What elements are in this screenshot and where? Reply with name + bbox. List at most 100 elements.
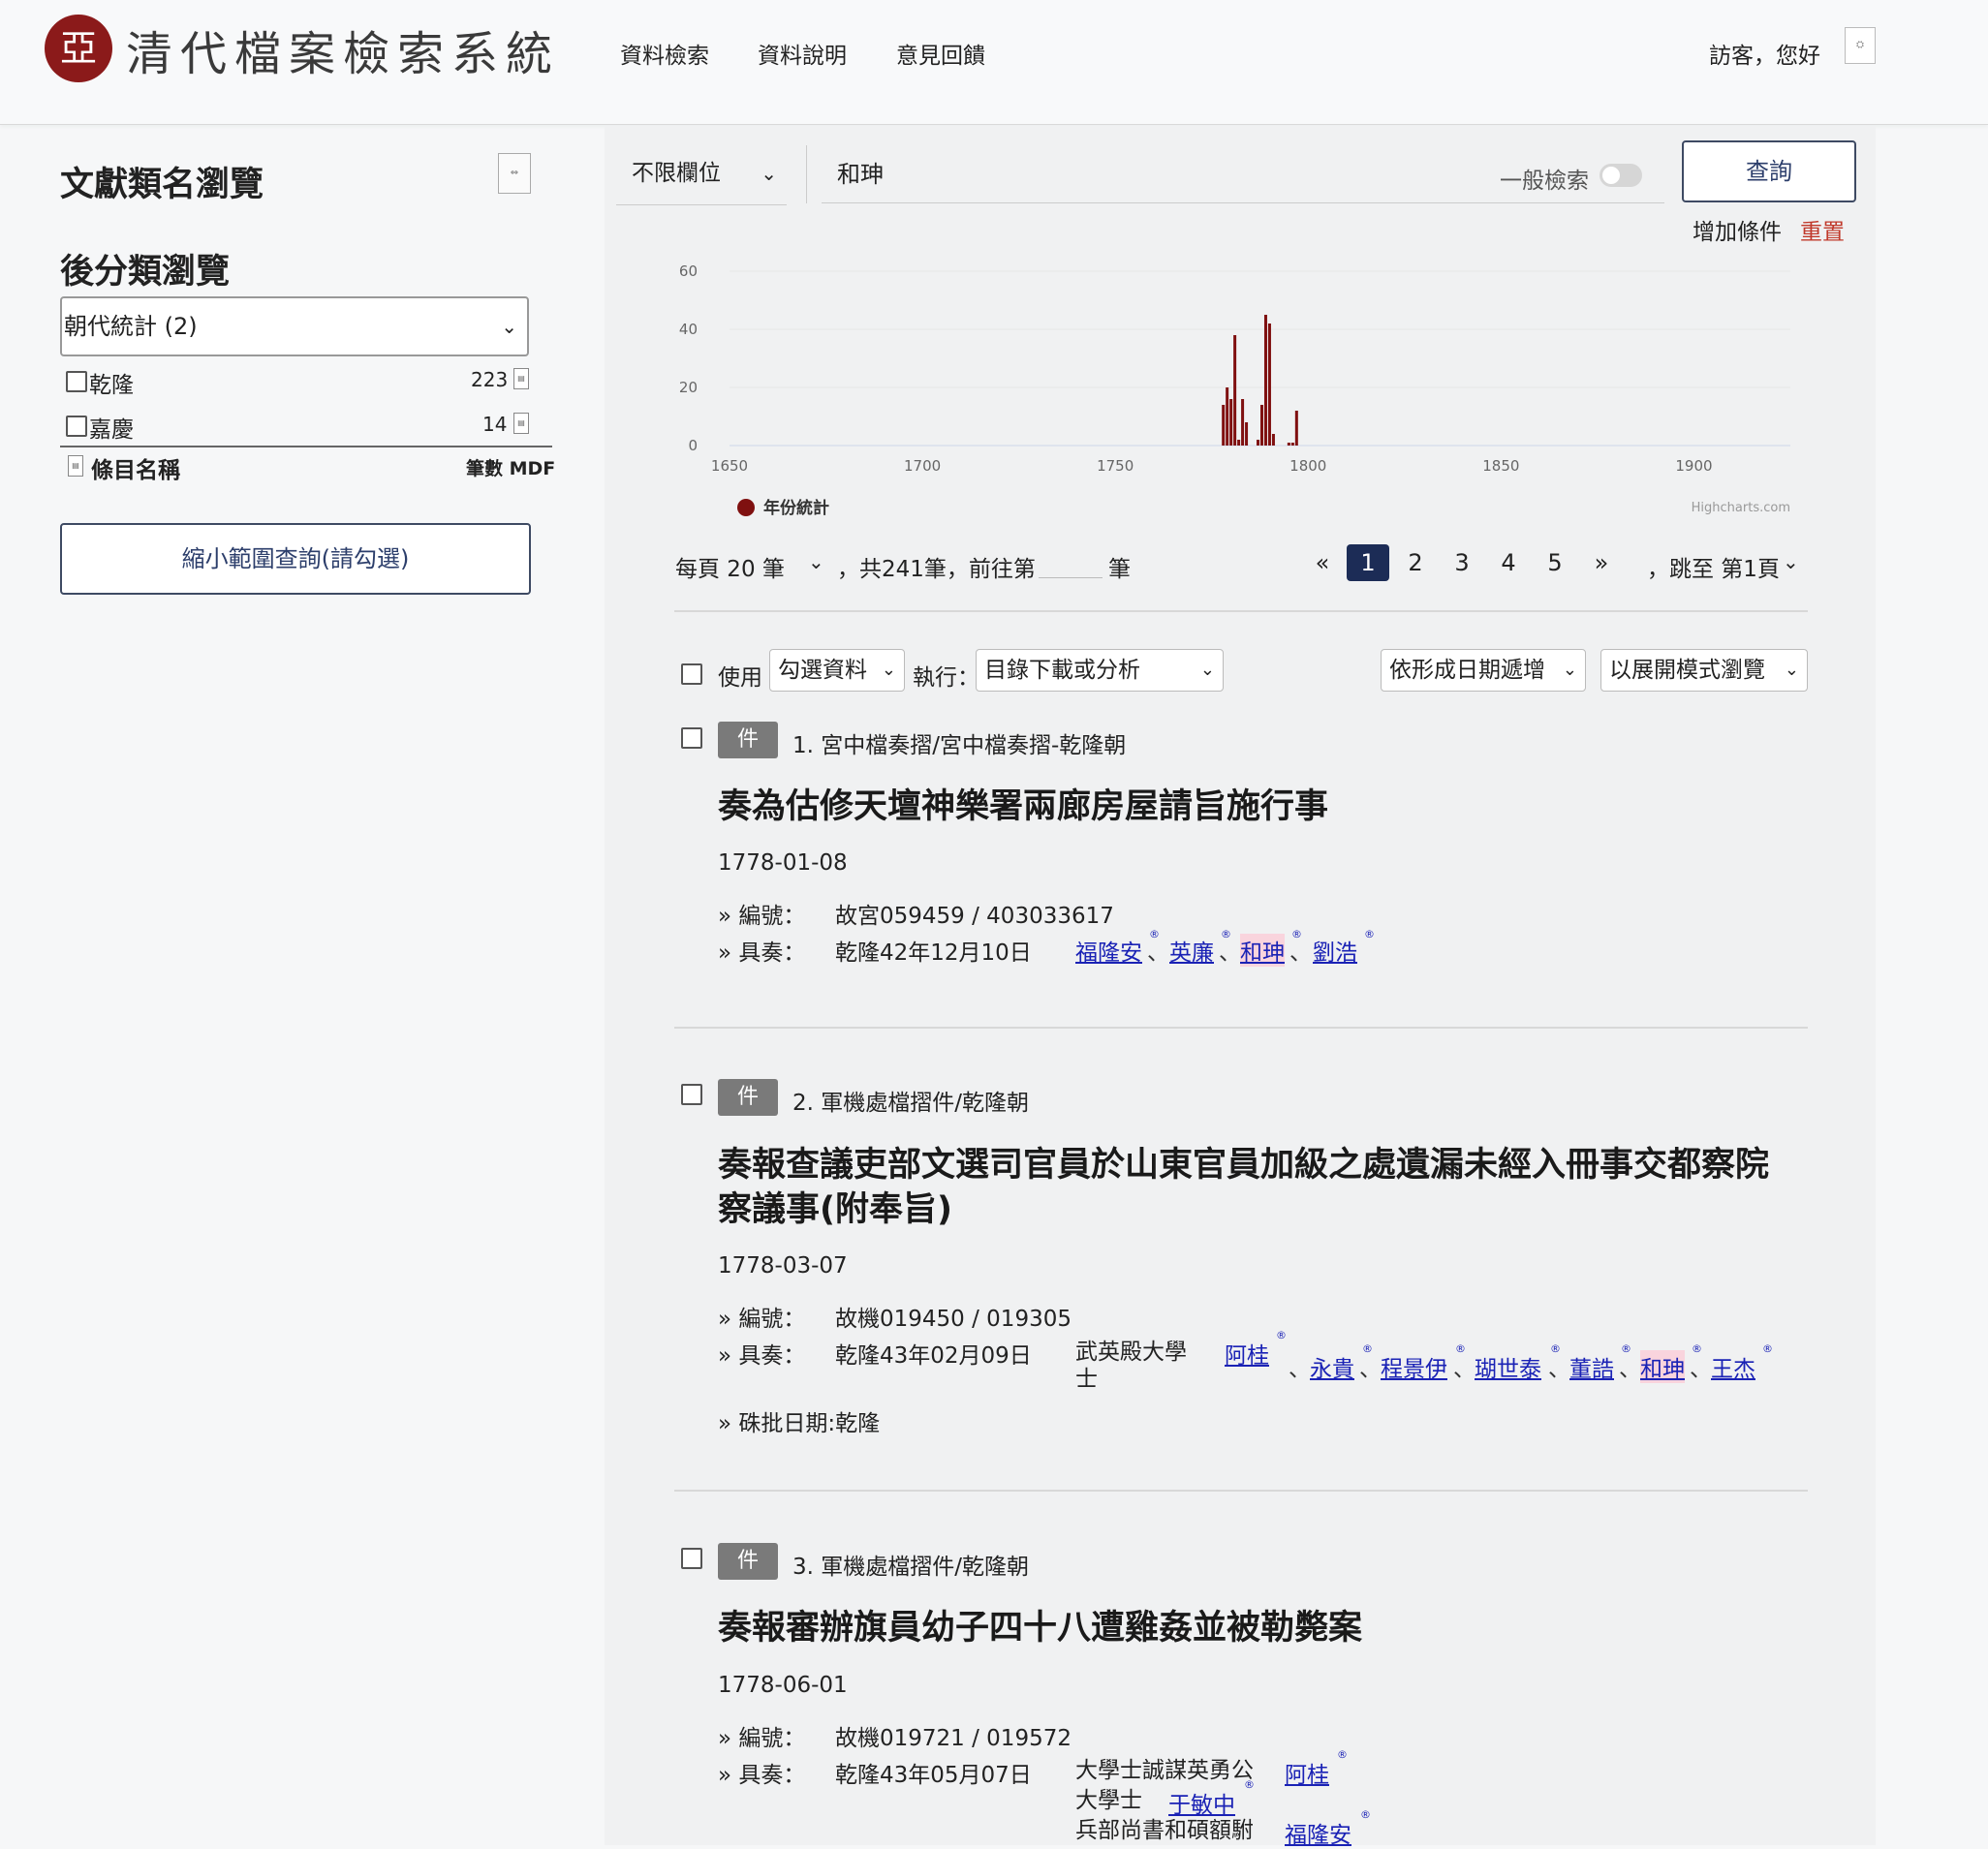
result-title-line: 奏為估修天壇神樂署兩廊房屋請旨施行事	[718, 787, 1329, 826]
jump-to-page-select[interactable]: ，跳至 第1頁	[1647, 550, 1780, 583]
use-select[interactable]: 勾選資料 ⌄	[769, 649, 905, 692]
facet-label: 乾隆	[89, 373, 134, 398]
person-link-highlighted[interactable]: 和珅	[1640, 1350, 1685, 1383]
person-link[interactable]: 于敏中	[1168, 1786, 1235, 1819]
sort-icon[interactable]: ▤	[68, 455, 83, 477]
nav-description[interactable]: 資料說明	[758, 37, 847, 70]
chart-bar[interactable]	[1222, 405, 1226, 446]
result-checkbox[interactable]	[681, 1548, 702, 1569]
official-title-line: 士	[1075, 1367, 1098, 1392]
nav-feedback[interactable]: 意見回饋	[896, 37, 985, 70]
facet-item[interactable]: 嘉慶 14 ▤	[66, 407, 550, 444]
goto-unit: 筆	[1108, 557, 1131, 582]
person-link[interactable]: 劉浩	[1313, 934, 1357, 967]
query-button[interactable]: 查詢	[1682, 140, 1856, 202]
page-2[interactable]: 2	[1401, 544, 1430, 581]
person-link[interactable]: 英廉	[1169, 934, 1214, 967]
nav-search[interactable]: 資料檢索	[620, 37, 709, 70]
page-4[interactable]: 4	[1494, 544, 1523, 581]
facet-checkbox[interactable]	[66, 371, 87, 392]
collapse-sidebar-icon[interactable]: ⇔	[498, 153, 531, 194]
logo-seal-icon[interactable]: 亞	[45, 15, 112, 82]
chart-bar[interactable]	[1237, 440, 1241, 446]
person-link[interactable]: 永貴	[1310, 1350, 1354, 1383]
divider	[674, 1027, 1808, 1029]
jz-date: 乾隆42年12月10日	[835, 940, 1032, 966]
exec-select[interactable]: 目錄下載或分析 ⌄	[976, 649, 1224, 692]
person-link[interactable]: 董誥	[1569, 1350, 1614, 1383]
result-date: 1778-06-01	[718, 1673, 848, 1698]
x-tick-label: 1850	[1482, 457, 1519, 475]
narrow-search-button[interactable]: 縮小範圍查詢(請勾選)	[60, 523, 531, 595]
person-link[interactable]: 阿桂	[1225, 1337, 1269, 1370]
result-number: 故機019721 / 019572	[835, 1726, 1072, 1751]
result-checkbox[interactable]	[681, 727, 702, 749]
chart-bar[interactable]	[1294, 411, 1298, 446]
per-page-select[interactable]: 每頁 20 筆	[675, 550, 785, 583]
chevron-down-icon: ⌄	[1562, 660, 1577, 680]
zhupi-date: » 硃批日期:乾隆	[718, 1411, 881, 1436]
facet-checkbox[interactable]	[66, 416, 87, 437]
facet-count: 14	[482, 413, 508, 436]
chart-bar[interactable]	[1290, 443, 1294, 446]
person-link-highlighted[interactable]: 和珅	[1240, 934, 1285, 967]
page-1[interactable]: 1	[1347, 544, 1389, 581]
chart-icon[interactable]: ▤	[513, 413, 529, 434]
site-title[interactable]: 清代檔案檢索系統	[126, 15, 560, 83]
official-title-line: 兵部尚書和碩額駙	[1075, 1818, 1254, 1843]
chart-bar[interactable]	[1263, 315, 1267, 446]
goto-input[interactable]	[1039, 577, 1103, 578]
chevron-down-icon: ⌄	[1199, 660, 1215, 680]
divider	[674, 610, 1808, 612]
user-greeting[interactable]: 訪客，您好	[1709, 37, 1820, 70]
search-mode-toggle[interactable]	[1600, 164, 1642, 187]
field-select[interactable]: 不限欄位 ⌄	[616, 141, 787, 205]
page-3[interactable]: 3	[1447, 544, 1476, 581]
y-tick-label: 60	[679, 262, 698, 280]
chart-bar[interactable]	[1229, 399, 1233, 446]
person-link[interactable]: 王杰	[1711, 1350, 1755, 1383]
x-tick-label: 1900	[1675, 457, 1712, 475]
result-checkbox[interactable]	[681, 1084, 702, 1105]
page-5[interactable]: 5	[1540, 544, 1569, 581]
chart-bar[interactable]	[1287, 443, 1290, 446]
chart-bar[interactable]	[1267, 324, 1271, 446]
result-title[interactable]: 奏報審辦旗員幼子四十八遭雞姦並被勒斃案	[718, 1606, 1813, 1650]
total-count: ，共241筆，前往第	[837, 557, 1036, 582]
legend-label[interactable]: 年份統計	[763, 498, 829, 518]
chart-bar[interactable]	[1233, 335, 1237, 446]
person-link[interactable]: 福隆安	[1285, 1816, 1351, 1849]
number-label: » 編號：	[718, 1726, 806, 1751]
chart-bar[interactable]	[1245, 422, 1249, 446]
sort-select[interactable]: 依形成日期遞增 ⌄	[1381, 649, 1586, 692]
language-icon[interactable]: ⛭	[1845, 27, 1876, 64]
result-title[interactable]: 奏報查議吏部文選司官員於山東官員加級之處遺漏未經入冊事交都察院 察議事(附奉旨)	[718, 1143, 1813, 1232]
facet-select[interactable]: 朝代統計 (2) ⌄	[60, 296, 529, 356]
chart-icon[interactable]: ▤	[513, 368, 529, 389]
type-badge: 件	[718, 1543, 778, 1580]
chart-bar[interactable]	[1271, 434, 1275, 446]
person-link[interactable]: 瑚世泰	[1475, 1350, 1541, 1383]
chart-credit[interactable]: Highcharts.com	[1692, 501, 1790, 515]
view-select[interactable]: 以展開模式瀏覽 ⌄	[1600, 649, 1808, 692]
page-next[interactable]: »	[1587, 544, 1616, 581]
add-condition-link[interactable]: 增加條件	[1693, 213, 1782, 246]
person-link[interactable]: 福隆安	[1075, 934, 1142, 967]
chart-bar[interactable]	[1226, 387, 1229, 446]
result-title-line: 察議事(附奉旨)	[718, 1190, 952, 1229]
y-tick-label: 20	[679, 379, 698, 396]
select-all-checkbox[interactable]	[681, 663, 702, 685]
person-link[interactable]: 程景伊	[1381, 1350, 1447, 1383]
person-link[interactable]: 阿桂	[1285, 1756, 1329, 1789]
result-title[interactable]: 奏為估修天壇神樂署兩廊房屋請旨施行事	[718, 785, 1813, 829]
chart-bar[interactable]	[1257, 440, 1260, 446]
chart-bar[interactable]	[1241, 399, 1245, 446]
chevron-down-icon: ⌄	[1783, 550, 1799, 573]
jz-label: » 具奏：	[718, 940, 806, 966]
facet-item[interactable]: 乾隆 223 ▤	[66, 362, 550, 399]
reset-link[interactable]: 重置	[1800, 213, 1845, 246]
page-prev[interactable]: «	[1308, 544, 1337, 581]
type-badge: 件	[718, 1079, 778, 1116]
chevron-down-icon: ⌄	[501, 315, 517, 338]
chart-bar[interactable]	[1259, 405, 1263, 446]
